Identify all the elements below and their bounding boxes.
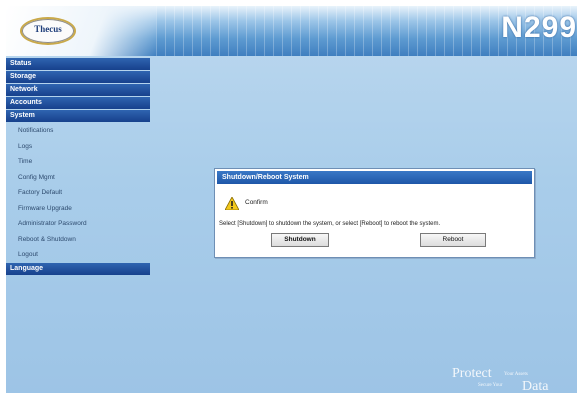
tagline: Protect Your Assets Secure Your Data: [452, 366, 572, 393]
menu-item-logs[interactable]: Logs: [6, 139, 150, 155]
menu-storage[interactable]: Storage: [6, 71, 150, 83]
menu-language[interactable]: Language: [6, 262, 150, 275]
warning-icon: [225, 197, 239, 210]
menu-item-config-mgmt[interactable]: Config Mgmt: [6, 170, 150, 186]
menu-item-reboot-shutdown[interactable]: Reboot & Shutdown: [6, 232, 150, 248]
model-name: N299: [501, 11, 577, 44]
tagline-secure-your: Secure Your: [478, 383, 503, 388]
brand-logo: Thecus: [20, 17, 76, 45]
header-banner: Thecus N299: [6, 6, 577, 56]
shutdown-reboot-dialog: Shutdown/Reboot System Confirm Select [S…: [214, 168, 535, 258]
dialog-message: Select [Shutdown] to shutdown the system…: [219, 221, 441, 227]
dialog-title: Shutdown/Reboot System: [217, 171, 532, 184]
menu-item-factory-default[interactable]: Factory Default: [6, 185, 150, 201]
sidebar-menu: Status Storage Network Accounts System N…: [6, 58, 150, 276]
nas-admin-window: Thecus N299 Status Storage Network Accou…: [6, 6, 577, 393]
menu-network[interactable]: Network: [6, 84, 150, 96]
menu-item-logout[interactable]: Logout: [6, 247, 150, 263]
menu-item-notifications[interactable]: Notifications: [6, 123, 150, 139]
tagline-your-assets: Your Assets: [504, 372, 528, 377]
brand-logo-text: Thecus: [34, 24, 62, 34]
confirm-label: Confirm: [245, 199, 268, 206]
menu-accounts[interactable]: Accounts: [6, 97, 150, 109]
menu-item-firmware-upgrade[interactable]: Firmware Upgrade: [6, 201, 150, 217]
reboot-button[interactable]: Reboot: [420, 233, 486, 247]
menu-status[interactable]: Status: [6, 58, 150, 70]
tagline-protect: Protect: [452, 366, 492, 381]
tagline-data: Data: [522, 379, 549, 393]
menu-system[interactable]: System: [6, 110, 150, 122]
menu-item-administrator-password[interactable]: Administrator Password: [6, 216, 150, 232]
menu-item-time[interactable]: Time: [6, 154, 150, 170]
shutdown-button[interactable]: Shutdown: [271, 233, 329, 247]
screen: Thecus N299 Status Storage Network Accou…: [0, 0, 583, 397]
